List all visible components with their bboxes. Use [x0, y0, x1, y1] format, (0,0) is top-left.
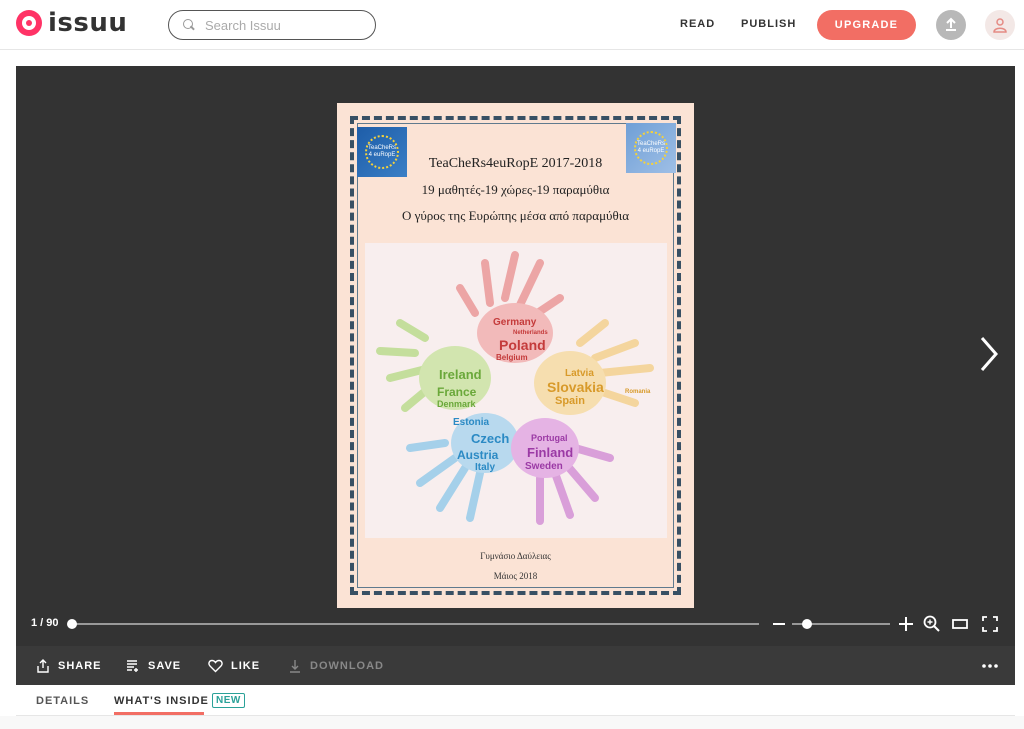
nav-publish-link[interactable]: PUBLISH: [741, 18, 796, 30]
download-icon: [290, 659, 300, 673]
upload-button[interactable]: [936, 10, 966, 40]
word-estonia: Estonia: [453, 417, 490, 428]
tab-whats-inside[interactable]: WHAT'S INSIDE: [114, 695, 209, 707]
zoom-in-plus-icon[interactable]: [896, 614, 916, 634]
issuu-logo[interactable]: issuu: [16, 10, 127, 36]
page-footer-school: Γυμνάσιο Δαύλειας: [480, 551, 551, 561]
brand-name: issuu: [48, 8, 128, 38]
download-label: DOWNLOAD: [310, 659, 384, 672]
zoom-out-icon[interactable]: [772, 616, 786, 632]
more-options-icon[interactable]: [980, 658, 1000, 674]
user-icon: [993, 18, 1007, 33]
tab-details[interactable]: DETAILS: [36, 695, 89, 707]
like-button[interactable]: LIKE: [208, 646, 260, 685]
word-netherlands: Netherlands: [513, 330, 548, 336]
nav-read-link[interactable]: READ: [680, 18, 715, 30]
word-latvia: Latvia: [565, 368, 594, 379]
search-icon: [183, 19, 195, 31]
page-footer-date: Μάιος 2018: [493, 571, 538, 581]
single-page-view-icon[interactable]: [950, 614, 970, 634]
word-poland: Poland: [499, 337, 546, 353]
action-bar: SHARE SAVE LIKE DOWNLOAD: [16, 646, 1015, 685]
zoom-slider-knob[interactable]: [801, 619, 812, 629]
new-badge: NEW: [212, 693, 245, 708]
word-spain: Spain: [555, 395, 585, 407]
heart-icon: [208, 659, 223, 672]
word-czech: Czech: [471, 431, 510, 446]
share-icon: [37, 658, 49, 673]
page-progress-knob[interactable]: [67, 619, 77, 629]
zoom-slider[interactable]: [792, 619, 890, 629]
top-header: issuu READ PUBLISH UPGRADE: [0, 0, 1024, 50]
fullscreen-icon[interactable]: [980, 614, 1000, 634]
page-title-sub: 19 μαθητές-19 χώρες-19 παραμύθια: [421, 182, 610, 197]
page-progress-slider[interactable]: [67, 619, 759, 629]
document-tabs: DETAILS WHAT'S INSIDE NEW: [16, 685, 1015, 716]
share-button[interactable]: SHARE: [36, 646, 102, 685]
word-sweden: Sweden: [525, 461, 563, 472]
word-italy: Italy: [475, 462, 496, 473]
like-label: LIKE: [231, 659, 261, 672]
save-label: SAVE: [148, 659, 182, 672]
word-ireland: Ireland: [439, 367, 482, 382]
document-page[interactable]: TeaCheRs 4 euRopE TeaCheRs 4 euRopE TeaC…: [337, 103, 694, 608]
zoom-magnifier-icon[interactable]: [922, 614, 942, 634]
word-slovakia: Slovakia: [547, 379, 604, 395]
search-box[interactable]: [168, 10, 376, 40]
document-viewer[interactable]: TeaCheRs 4 euRopE TeaCheRs 4 euRopE TeaC…: [16, 66, 1015, 646]
page-indicator: 1 / 90: [31, 617, 59, 629]
word-belgium: Belgium: [496, 353, 528, 362]
download-button[interactable]: DOWNLOAD: [288, 646, 384, 685]
next-page-chevron-icon[interactable]: [974, 334, 1004, 374]
share-label: SHARE: [58, 659, 102, 672]
word-romania: Romania: [625, 389, 651, 395]
word-finland: Finland: [527, 445, 574, 460]
word-austria: Austria: [457, 448, 499, 462]
word-germany: Germany: [493, 317, 537, 328]
search-input[interactable]: [205, 17, 365, 33]
save-list-icon: [127, 659, 138, 672]
save-button[interactable]: SAVE: [126, 646, 181, 685]
hands-word-cloud: Germany Poland Belgium Netherlands Irela…: [365, 243, 667, 538]
issuu-logo-icon: [16, 10, 42, 36]
profile-button[interactable]: [985, 10, 1015, 40]
active-tab-indicator: [114, 712, 204, 715]
viewer-controls: 1 / 90: [16, 610, 1015, 646]
upload-icon: [946, 17, 956, 31]
page-bottom-strip: [0, 716, 1024, 729]
hands-illustration: [376, 251, 654, 525]
page-title-main: TeaCheRs4euRopE 2017-2018: [428, 156, 603, 171]
word-france: France: [437, 385, 477, 399]
word-portugal: Portugal: [531, 433, 568, 443]
upgrade-button[interactable]: UPGRADE: [817, 10, 916, 40]
page-title-tagline: Ο γύρος της Ευρώπης μέσα από παραμύθια: [401, 208, 630, 223]
word-denmark: Denmark: [437, 399, 476, 409]
